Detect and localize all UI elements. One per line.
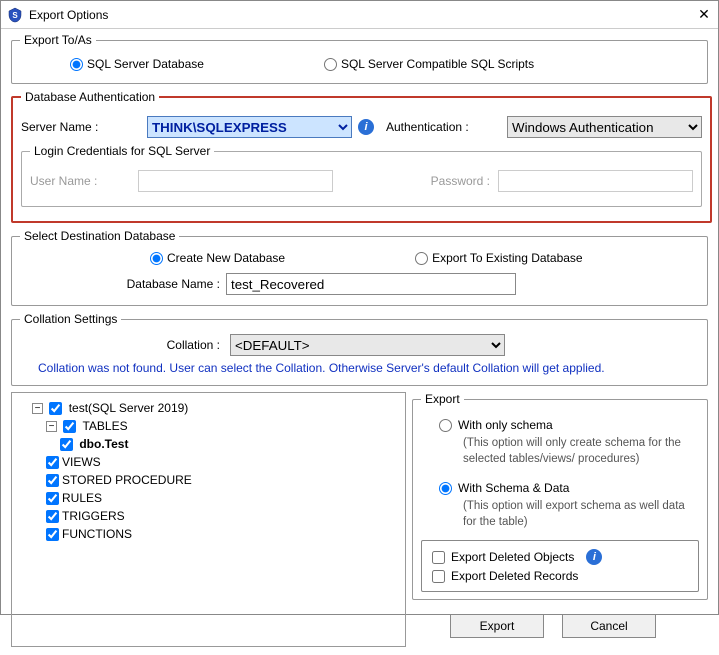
radio-schema-data[interactable]: With Schema & Data [439, 481, 699, 495]
server-name-select[interactable]: THINK\SQLEXPRESS [147, 116, 352, 138]
tree-collapse-icon[interactable]: − [32, 403, 43, 414]
radio-sql-server-db[interactable]: SQL Server Database [70, 57, 204, 71]
auth-select[interactable]: Windows Authentication [507, 116, 702, 138]
login-legend: Login Credentials for SQL Server [30, 144, 214, 158]
export-button[interactable]: Export [450, 614, 544, 638]
collation-legend: Collation Settings [20, 312, 121, 326]
chk-deleted-objects[interactable]: Export Deleted Objects i [432, 547, 688, 567]
tree-tables[interactable]: − TABLES dbo.Test [46, 417, 399, 453]
tree-views[interactable]: VIEWS [46, 453, 399, 471]
tree-rules[interactable]: RULES [46, 489, 399, 507]
window-title: Export Options [29, 8, 696, 22]
collation-select[interactable]: <DEFAULT> [230, 334, 505, 356]
tree-tables-checkbox[interactable] [63, 420, 76, 433]
login-group: Login Credentials for SQL Server User Na… [21, 144, 702, 207]
titlebar: S Export Options ✕ [1, 1, 718, 29]
auth-label: Authentication : [386, 120, 501, 134]
radio-create-new-db[interactable]: Create New Database [150, 251, 285, 265]
collation-group: Collation Settings Collation : <DEFAULT>… [11, 312, 708, 386]
password-input[interactable] [498, 170, 693, 192]
tree-dbo-test-checkbox[interactable] [60, 438, 73, 451]
tree-triggers[interactable]: TRIGGERS [46, 507, 399, 525]
svg-text:S: S [12, 11, 18, 20]
tree-panel: − test(SQL Server 2019) − TABLES dbo.Tes… [11, 392, 406, 647]
export-to-group: Export To/As SQL Server Database SQL Ser… [11, 33, 708, 84]
dest-db-group: Select Destination Database Create New D… [11, 229, 708, 306]
collation-label: Collation : [110, 338, 220, 352]
radio-sql-scripts[interactable]: SQL Server Compatible SQL Scripts [324, 57, 534, 71]
radio-schema-only[interactable]: With only schema [439, 418, 699, 432]
export-to-legend: Export To/As [20, 33, 96, 47]
close-button[interactable]: ✕ [696, 7, 712, 23]
db-auth-legend: Database Authentication [21, 90, 159, 104]
tree-functions[interactable]: FUNCTIONS [46, 525, 399, 543]
schema-data-desc: (This option will export schema as well … [421, 497, 699, 538]
app-icon: S [7, 7, 23, 23]
tree-root-checkbox[interactable] [49, 402, 62, 415]
chk-deleted-records[interactable]: Export Deleted Records [432, 567, 688, 585]
password-label: Password : [390, 174, 490, 188]
tree-dbo-test[interactable]: dbo.Test [60, 435, 399, 453]
db-name-label: Database Name : [90, 277, 220, 291]
export-options-group: Export With only schema (This option wil… [412, 392, 708, 600]
username-input[interactable] [138, 170, 333, 192]
deleted-options-group: Export Deleted Objects i Export Deleted … [421, 540, 699, 592]
export-options-legend: Export [421, 392, 464, 406]
username-label: User Name : [30, 174, 130, 188]
db-name-input[interactable] [226, 273, 516, 295]
tree-collapse-icon[interactable]: − [46, 421, 57, 432]
tree-root[interactable]: − test(SQL Server 2019) − TABLES dbo.Tes… [32, 399, 399, 543]
radio-export-existing-db[interactable]: Export To Existing Database [415, 251, 583, 265]
info-icon[interactable]: i [586, 549, 602, 565]
collation-note: Collation was not found. User can select… [20, 358, 699, 377]
schema-only-desc: (This option will only create schema for… [421, 434, 699, 475]
db-auth-group: Database Authentication Server Name : TH… [11, 90, 712, 223]
cancel-button[interactable]: Cancel [562, 614, 656, 638]
info-icon[interactable]: i [358, 119, 374, 135]
tree-sp[interactable]: STORED PROCEDURE [46, 471, 399, 489]
dest-db-legend: Select Destination Database [20, 229, 179, 243]
server-name-label: Server Name : [21, 120, 141, 134]
